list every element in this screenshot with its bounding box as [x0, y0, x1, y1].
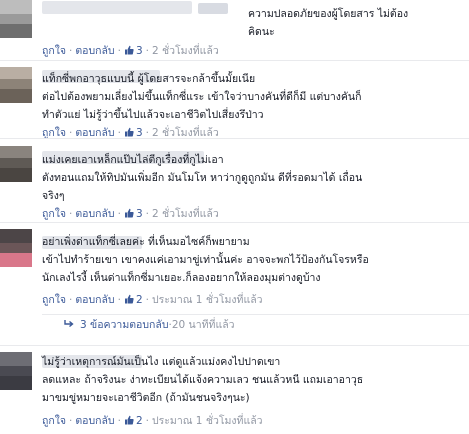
reply-arrow-icon — [64, 320, 74, 328]
comment-1: ความปลอดภัยของผู้โดยสาร ไม่ต้อง คิดนะ ถู… — [0, 0, 469, 66]
avatar[interactable] — [0, 146, 32, 182]
replies-time[interactable]: 20 นาทีที่แล้ว — [172, 319, 235, 331]
comment-meta: ถูกใจ · ตอบกลับ · 3 · 2 ชั่วโมงที่แล้ว — [42, 208, 219, 220]
comment-meta: ถูกใจ · ตอบกลับ · 3 · 2 ชั่วโมงที่แล้ว — [42, 45, 219, 57]
comment-text: แม่งเคยเอาเหล็กแป๊บไล่ตีกูเรื่องที่กูไม่… — [42, 154, 363, 202]
thumbs-up-icon[interactable] — [124, 45, 134, 55]
thumbs-up-icon[interactable] — [124, 415, 134, 425]
reply-link[interactable]: ตอบกลับ — [75, 45, 114, 57]
comment-text: แท็กซี่พกอาวุธแบบนี้ ผู้โดยสารจะกล้าขึ้น… — [42, 73, 362, 121]
divider — [0, 60, 469, 61]
comment-text: ความปลอดภัยของผู้โดยสาร ไม่ต้อง คิดนะ — [248, 8, 409, 38]
comment-text: ไม่รู้ว่าเหตุการณ์มันเป็นไง แต่ดูแล้วแม่… — [42, 356, 364, 404]
thumbs-up-icon[interactable] — [124, 208, 134, 218]
like-link[interactable]: ถูกใจ — [42, 415, 66, 427]
view-replies-link[interactable]: 3 ข้อความตอบกลับ — [80, 319, 169, 331]
thumbs-up-icon[interactable] — [124, 294, 134, 304]
avatar[interactable] — [0, 67, 32, 103]
commenter-name[interactable] — [42, 1, 192, 14]
comment-text: อย่าเพิ่งด่าแท็กซี่เลยค่ะ ที่เห็นมอไซค์ก… — [42, 236, 369, 284]
divider — [0, 138, 469, 139]
reply-link[interactable]: ตอบกลับ — [75, 415, 114, 427]
comment-time[interactable]: 2 ชั่วโมงที่แล้ว — [152, 208, 219, 220]
avatar[interactable] — [0, 0, 32, 38]
like-count[interactable]: 2 — [136, 294, 143, 306]
comment-2: แท็กซี่พกอาวุธแบบนี้ ผู้โดยสารจะกล้าขึ้น… — [0, 67, 469, 145]
view-replies-row[interactable]: 3 ข้อความตอบกลับ·20 นาทีที่แล้ว — [42, 314, 469, 336]
comment-meta: ถูกใจ · ตอบกลับ · 2 · ประมาณ 1 ชั่วโมงที่แล้ว — [42, 415, 263, 427]
avatar[interactable] — [0, 229, 32, 267]
like-link[interactable]: ถูกใจ — [42, 45, 66, 57]
like-count[interactable]: 3 — [136, 45, 143, 57]
comment-meta: ถูกใจ · ตอบกลับ · 2 · ประมาณ 1 ชั่วโมงที่แล้ว — [42, 294, 263, 306]
commenter-name-part[interactable] — [198, 3, 228, 14]
like-link[interactable]: ถูกใจ — [42, 294, 66, 306]
like-count[interactable]: 3 — [136, 208, 143, 220]
reply-link[interactable]: ตอบกลับ — [75, 294, 114, 306]
thumbs-up-icon[interactable] — [124, 127, 134, 137]
comment-5: ไม่รู้ว่าเหตุการณ์มันเป็นไง แต่ดูแล้วแม่… — [0, 352, 469, 434]
comment-time[interactable]: ประมาณ 1 ชั่วโมงที่แล้ว — [152, 294, 263, 306]
comment-3: แม่งเคยเอาเหล็กแป๊บไล่ตีกูเรื่องที่กูไม่… — [0, 146, 469, 224]
divider — [0, 222, 469, 223]
comment-4: อย่าเพิ่งด่าแท็กซี่เลยค่ะ ที่เห็นมอไซค์ก… — [0, 229, 469, 311]
comment-time[interactable]: 2 ชั่วโมงที่แล้ว — [152, 45, 219, 57]
divider — [0, 345, 469, 346]
comment-time[interactable]: ประมาณ 1 ชั่วโมงที่แล้ว — [152, 415, 263, 427]
like-count[interactable]: 2 — [136, 415, 143, 427]
reply-link[interactable]: ตอบกลับ — [75, 208, 114, 220]
avatar[interactable] — [0, 352, 32, 390]
like-link[interactable]: ถูกใจ — [42, 208, 66, 220]
